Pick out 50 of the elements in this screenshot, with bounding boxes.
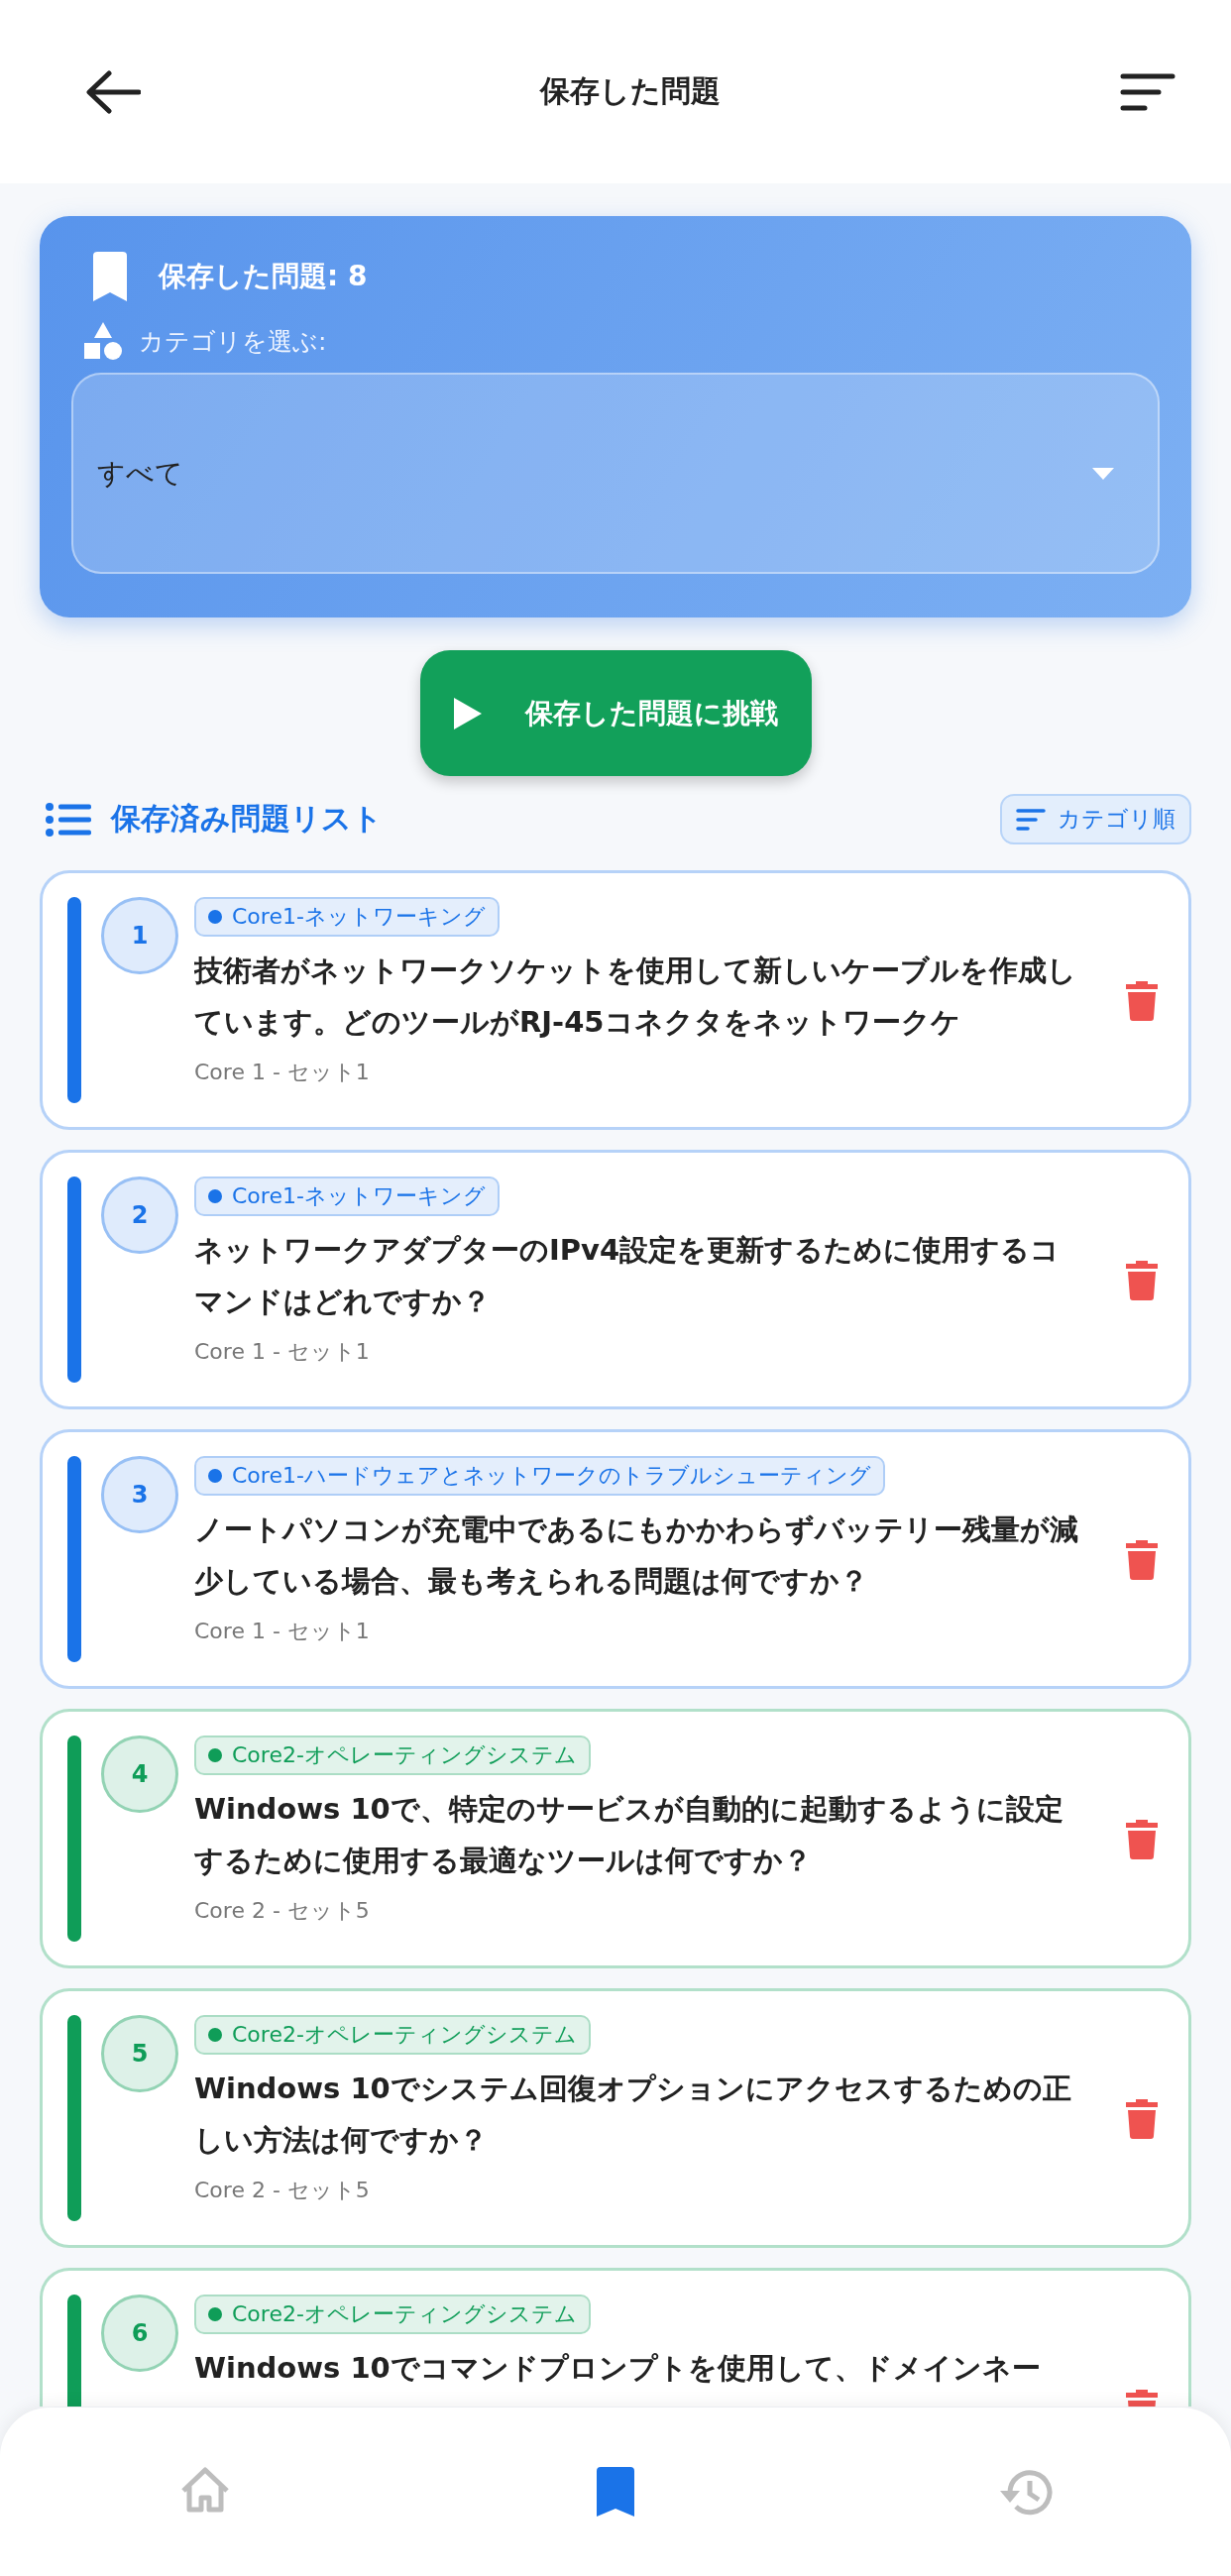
question-number: 6 (101, 2295, 178, 2372)
caret-icon (1092, 467, 1114, 480)
question-card[interactable]: 3 Core1-ハードウェアとネットワークのトラブルシューティング ノートパソコンが充電中であるにもかかわらずバッテリー残量が減少している場合、最も考えられる問題は何ですか？ Core 1 - セット1 (40, 1429, 1191, 1689)
bookmark-icon (91, 252, 129, 301)
question-card[interactable]: 1 Core1-ネットワーキング 技術者がネットワークソケットを使用して新しいケーブルを作成しています。どのツールがRJ-45コネクタをネットワークケ Core 1 - セット1 (40, 870, 1191, 1130)
list-icon (46, 802, 91, 837)
category-label: カテゴリを選ぶ: (139, 325, 327, 358)
trash-icon[interactable] (1125, 1259, 1159, 1300)
category-tag: Core1-ハードウェアとネットワークのトラブルシューティング (194, 1456, 885, 1496)
category-tag: Core2-オペレーティングシステム (194, 2295, 591, 2334)
question-number: 5 (101, 2015, 178, 2092)
question-card[interactable]: 2 Core1-ネットワーキング ネットワークアダプターのIPv4設定を更新するために使用するコマンドはどれですか？ Core 1 - セット1 (40, 1150, 1191, 1409)
question-source: Core 1 - セット1 (194, 1618, 371, 1645)
question-number: 2 (101, 1176, 178, 1254)
question-number: 4 (101, 1736, 178, 1813)
page-title: 保存した問題 (540, 72, 721, 110)
sort-icon (1016, 808, 1046, 831)
question-number: 1 (101, 897, 178, 974)
question-text: Windows 10でシステム回復オプションにアクセスするための正しい方法は何ですか？ (194, 2071, 1072, 2159)
saved-count: 保存した問題: 8 (159, 259, 368, 294)
trash-icon[interactable] (1125, 1538, 1159, 1580)
question-card[interactable]: 6 Core2-オペレーティングシステム Windows 10でコマンドプロンプトを使用して、ドメインネー (40, 2268, 1191, 2407)
question-source: Core 2 - セット5 (194, 2177, 371, 2204)
trash-icon[interactable] (1125, 979, 1159, 1021)
question-number: 3 (101, 1456, 178, 1533)
category-select[interactable]: すべて (71, 373, 1160, 574)
home-icon (179, 2467, 231, 2513)
category-tag: Core1-ネットワーキング (194, 897, 500, 937)
list-title: 保存済み問題リスト (111, 800, 383, 838)
question-text: Windows 10でコマンドプロンプトを使用して、ドメインネー (194, 2350, 1042, 2387)
question-source: Core 2 - セット5 (194, 1897, 371, 1925)
question-card[interactable]: 4 Core2-オペレーティングシステム Windows 10で、特定のサービスが自動的に起動するように設定するために使用する最適なツールは何ですか？ Core 2 - セット5 (40, 1709, 1191, 1968)
trash-icon[interactable] (1125, 1818, 1159, 1859)
bookmark-icon (597, 2467, 634, 2517)
question-text: ネットワークアダプターのIPv4設定を更新するために使用するコマンドはどれですか？ (194, 1232, 1062, 1320)
category-tag: Core2-オペレーティングシステム (194, 2015, 591, 2055)
shapes-icon (83, 321, 123, 361)
question-text: 技術者がネットワークソケットを使用して新しいケーブルを作成しています。どのツールがRJ-45コネクタをネットワークケ (194, 952, 1077, 1041)
sort-button[interactable]: カテゴリ順 (1000, 794, 1191, 844)
sort-icon[interactable] (1120, 72, 1175, 111)
question-source: Core 1 - セット1 (194, 1059, 371, 1086)
question-text: Windows 10で、特定のサービスが自動的に起動するように設定するために使用する最適なツールは何ですか？ (194, 1791, 1064, 1879)
category-tag: Core1-ネットワーキング (194, 1176, 500, 1216)
question-source: Core 1 - セット1 (194, 1338, 371, 1366)
trash-icon[interactable] (1125, 2097, 1159, 2139)
category-tag: Core2-オペレーティングシステム (194, 1736, 591, 1775)
question-card[interactable]: 5 Core2-オペレーティングシステム Windows 10でシステム回復オプションにアクセスするための正しい方法は何ですか？ Core 2 - セット5 (40, 1988, 1191, 2248)
question-text: ノートパソコンが充電中であるにもかかわらずバッテリー残量が減少している場合、最も考えられる問題は何ですか？ (194, 1512, 1079, 1600)
back-icon[interactable] (85, 69, 141, 114)
play-icon (453, 697, 482, 729)
